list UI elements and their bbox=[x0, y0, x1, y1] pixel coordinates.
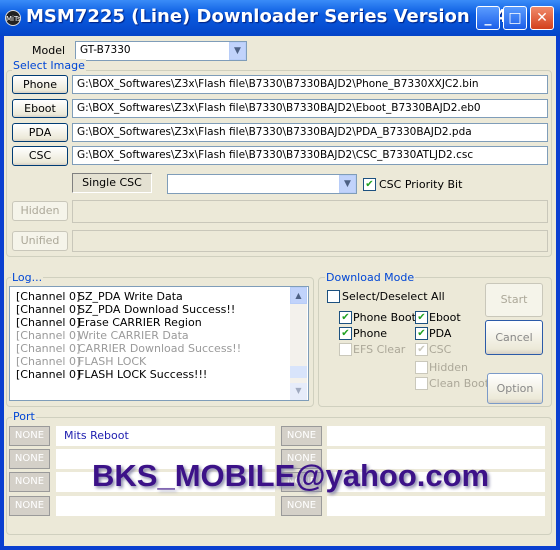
csc-button[interactable]: CSC bbox=[12, 146, 68, 166]
port-right-button[interactable]: NONE bbox=[281, 496, 322, 516]
log-message: CARRIER Download Success!! bbox=[78, 342, 242, 355]
csc-checkbox[interactable]: ✔ bbox=[415, 343, 428, 356]
efs-clear-checkbox[interactable] bbox=[339, 343, 352, 356]
log-scrollbar[interactable]: ▲ ▼ bbox=[290, 287, 307, 400]
phone-checkbox[interactable]: ✔ bbox=[339, 327, 352, 340]
app-icon: MiTs bbox=[5, 10, 21, 26]
port-right-button[interactable]: NONE bbox=[281, 426, 322, 446]
close-button[interactable]: ✕ bbox=[530, 6, 554, 30]
phone-button[interactable]: Phone bbox=[12, 75, 68, 94]
log-message: Erase CARRIER Region bbox=[78, 316, 202, 329]
cancel-button[interactable]: Cancel bbox=[485, 320, 543, 355]
csc-label: CSC bbox=[429, 343, 452, 356]
port-left-button[interactable]: NONE bbox=[9, 449, 50, 469]
log-legend: Log... bbox=[11, 271, 44, 284]
model-label: Model bbox=[32, 44, 66, 57]
pda-button[interactable]: PDA bbox=[12, 123, 68, 142]
unified-button[interactable]: Unified bbox=[12, 231, 68, 251]
eboot-path-field[interactable]: G:\BOX_Softwares\Z3x\Flash file\B7330\B7… bbox=[72, 99, 548, 118]
scroll-thumb[interactable] bbox=[290, 366, 307, 378]
log-channel: [Channel 0] bbox=[16, 290, 81, 303]
window-title: MSM7225 (Line) Downloader Series Version… bbox=[26, 6, 508, 27]
log-channel: [Channel 0] bbox=[16, 342, 81, 355]
eboot-button[interactable]: Eboot bbox=[12, 99, 68, 118]
log-line: [Channel 0]FLASH LOCK bbox=[16, 355, 308, 368]
phone-boot-label: Phone Boot bbox=[353, 311, 416, 324]
select-all-label: Select/Deselect All bbox=[342, 290, 445, 303]
option-button[interactable]: Option bbox=[487, 373, 543, 404]
log-message: SZ_PDA Download Success!! bbox=[78, 303, 236, 316]
hidden-path-field[interactable] bbox=[72, 200, 548, 223]
start-button[interactable]: Start bbox=[485, 283, 543, 317]
eboot-checkbox[interactable]: ✔ bbox=[415, 311, 428, 324]
log-line: [Channel 0]Erase CARRIER Region bbox=[16, 316, 308, 329]
efs-clear-label: EFS Clear bbox=[353, 343, 406, 356]
log-channel: [Channel 0] bbox=[16, 355, 81, 368]
csc-priority-label: CSC Priority Bit bbox=[379, 178, 463, 191]
hidden-label: Hidden bbox=[429, 361, 469, 374]
hidden-button[interactable]: Hidden bbox=[12, 201, 68, 221]
phone-boot-checkbox[interactable]: ✔ bbox=[339, 311, 352, 324]
log-message: FLASH LOCK bbox=[78, 355, 147, 368]
port-left-button[interactable]: NONE bbox=[9, 426, 50, 446]
log-channel: [Channel 0] bbox=[16, 303, 81, 316]
scroll-down-icon[interactable]: ▼ bbox=[290, 383, 307, 400]
title-bar[interactable]: MiTs MSM7225 (Line) Downloader Series Ve… bbox=[0, 0, 560, 36]
chevron-down-icon[interactable]: ▼ bbox=[339, 175, 356, 193]
csc-path-field[interactable]: G:\BOX_Softwares\Z3x\Flash file\B7330\B7… bbox=[72, 146, 548, 165]
port-left-button[interactable]: NONE bbox=[9, 472, 50, 492]
select-image-legend: Select Image bbox=[12, 59, 86, 72]
maximize-button[interactable]: □ bbox=[503, 6, 527, 30]
log-line: [Channel 0]SZ_PDA Download Success!! bbox=[16, 303, 308, 316]
phone-label: Phone bbox=[353, 327, 388, 340]
chevron-down-icon[interactable]: ▼ bbox=[229, 42, 246, 60]
log-channel: [Channel 0] bbox=[16, 316, 81, 329]
pda-path-field[interactable]: G:\BOX_Softwares\Z3x\Flash file\B7330\B7… bbox=[72, 123, 548, 142]
eboot-label: Eboot bbox=[429, 311, 461, 324]
port-left-button[interactable]: NONE bbox=[9, 496, 50, 516]
port-left-status bbox=[56, 496, 275, 516]
port-right-status bbox=[327, 496, 545, 516]
log-line: [Channel 0]CARRIER Download Success!! bbox=[16, 342, 308, 355]
select-all-checkbox[interactable] bbox=[327, 290, 340, 303]
phone-path-field[interactable]: G:\BOX_Softwares\Z3x\Flash file\B7330\B7… bbox=[72, 75, 548, 94]
download-mode-legend: Download Mode bbox=[325, 271, 416, 284]
log-channel: [Channel 0] bbox=[16, 329, 81, 342]
pda-label: PDA bbox=[429, 327, 452, 340]
pda-checkbox[interactable]: ✔ bbox=[415, 327, 428, 340]
model-select[interactable]: GT-B7330 bbox=[75, 41, 247, 61]
log-listbox[interactable]: [Channel 0]SZ_PDA Write Data [Channel 0]S… bbox=[9, 286, 309, 401]
scroll-up-icon[interactable]: ▲ bbox=[290, 287, 307, 304]
csc-priority-checkbox[interactable]: ✔ bbox=[363, 178, 376, 191]
log-line: [Channel 0]Write CARRIER Data bbox=[16, 329, 308, 342]
single-csc-label: Single CSC bbox=[72, 173, 152, 193]
log-channel: [Channel 0] bbox=[16, 368, 81, 381]
minimize-button[interactable]: _ bbox=[476, 6, 500, 30]
port-left-status: Mits Reboot bbox=[56, 426, 275, 446]
clean-boot-label: Clean Boot bbox=[429, 377, 490, 390]
unified-path-field[interactable] bbox=[72, 230, 548, 252]
clean-boot-checkbox[interactable] bbox=[415, 377, 428, 390]
log-line: [Channel 0]SZ_PDA Write Data bbox=[16, 290, 308, 303]
port-right-status bbox=[327, 426, 545, 446]
watermark-text: BKS_MOBILE@yahoo.com bbox=[92, 458, 490, 493]
log-message: FLASH LOCK Success!!! bbox=[78, 368, 208, 381]
hidden-checkbox[interactable] bbox=[415, 361, 428, 374]
single-csc-select[interactable] bbox=[167, 174, 357, 194]
log-message: SZ_PDA Write Data bbox=[78, 290, 183, 303]
port-legend: Port bbox=[12, 410, 36, 423]
log-line: [Channel 0]FLASH LOCK Success!!! bbox=[16, 368, 308, 381]
model-value: GT-B7330 bbox=[80, 44, 131, 56]
log-message: Write CARRIER Data bbox=[78, 329, 189, 342]
